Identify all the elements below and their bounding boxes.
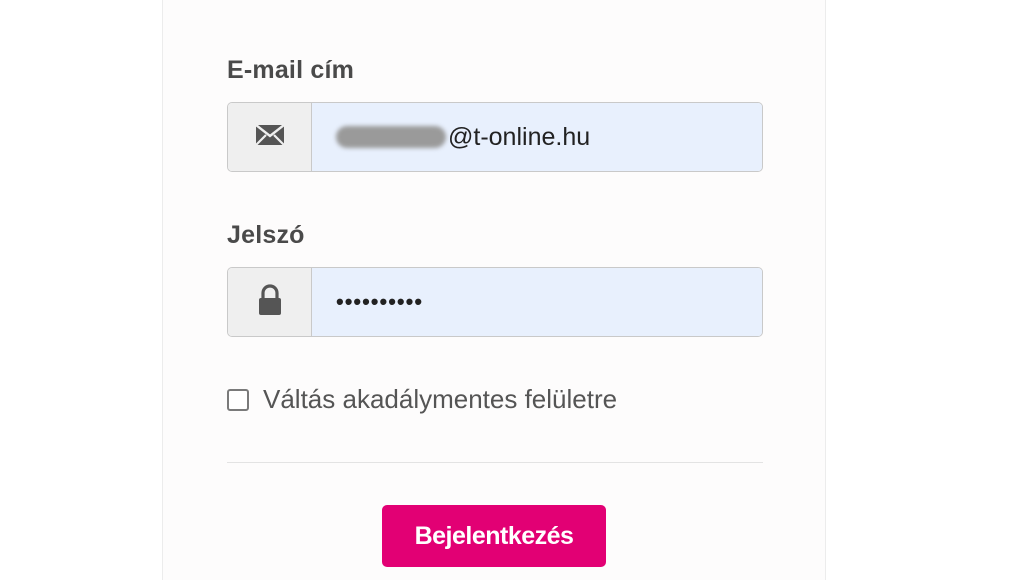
- email-addon: [228, 103, 312, 171]
- login-button[interactable]: Bejelentkezés: [382, 505, 606, 567]
- lock-icon: [256, 283, 284, 321]
- password-addon: [228, 268, 312, 336]
- redacted-username: [336, 126, 446, 148]
- password-field[interactable]: ••••••••••: [312, 268, 762, 336]
- envelope-icon: [254, 123, 286, 152]
- divider: [227, 462, 763, 463]
- email-label: E-mail cím: [227, 56, 355, 84]
- password-label: Jelszó: [227, 221, 305, 249]
- accessibility-checkbox[interactable]: [227, 388, 249, 411]
- email-input-group: @t-online.hu: [227, 102, 763, 172]
- email-field[interactable]: @t-online.hu: [312, 103, 762, 171]
- email-value: @t-online.hu: [448, 122, 591, 151]
- password-input-group: ••••••••••: [227, 267, 763, 337]
- password-value: ••••••••••: [336, 289, 424, 314]
- accessibility-toggle-row[interactable]: Váltás akadálymentes felületre: [227, 384, 617, 415]
- accessibility-checkbox-label[interactable]: Váltás akadálymentes felületre: [263, 384, 617, 415]
